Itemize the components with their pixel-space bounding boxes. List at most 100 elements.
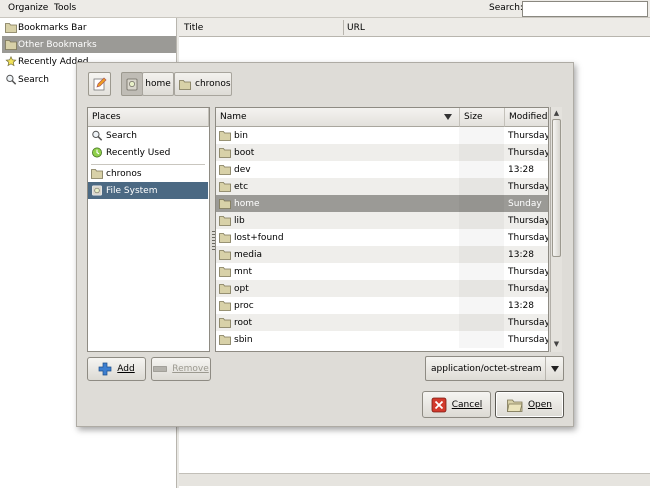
file-modified: Thursday: [508, 266, 549, 277]
column-modified[interactable]: Modified: [505, 108, 548, 127]
place-label: File System: [106, 185, 158, 196]
library-item-label: Search: [18, 74, 49, 85]
menu-tools[interactable]: Tools: [54, 3, 76, 13]
folder-icon: [219, 233, 231, 243]
size-cell: [459, 178, 504, 195]
remove-button[interactable]: Remove: [151, 357, 211, 381]
column-size[interactable]: Size: [460, 108, 505, 127]
file-row[interactable]: etc Thursday: [216, 178, 548, 195]
place-label: Search: [106, 130, 137, 141]
path-label: chronos: [195, 79, 231, 89]
folder-icon: [219, 301, 231, 311]
file-row[interactable]: mnt Thursday: [216, 263, 548, 280]
column-separator[interactable]: [343, 20, 344, 35]
folder-icon: [219, 131, 231, 141]
folder-icon: [179, 79, 191, 90]
sort-descending-icon: [444, 114, 452, 120]
open-button[interactable]: Open: [495, 391, 564, 418]
library-item-bookmarks-bar[interactable]: Bookmarks Bar: [2, 19, 176, 36]
folder-icon: [219, 148, 231, 158]
file-row[interactable]: lost+found Thursday: [216, 229, 548, 246]
place-chronos[interactable]: chronos: [88, 165, 208, 182]
cancel-icon: [431, 397, 447, 412]
size-cell: [459, 263, 504, 280]
remove-button-label: Remove: [172, 364, 209, 374]
file-row[interactable]: dev 13:28: [216, 161, 548, 178]
library-horizontal-scrollbar[interactable]: [179, 473, 650, 486]
file-name: lib: [234, 215, 245, 226]
file-name: boot: [234, 147, 255, 158]
size-cell: [459, 161, 504, 178]
menu-organize[interactable]: Organize: [8, 3, 48, 13]
scroll-up-arrow[interactable]: ▲: [552, 109, 561, 118]
place-search[interactable]: Search: [88, 127, 208, 144]
file-modified: 13:28: [508, 249, 534, 260]
folder-icon: [219, 284, 231, 294]
library-item-other-bookmarks[interactable]: Other Bookmarks: [2, 36, 176, 53]
size-cell: [459, 314, 504, 331]
cancel-button-label: Cancel: [451, 399, 483, 410]
path-button-home[interactable]: home: [142, 72, 174, 96]
scrollbar-thumb[interactable]: [552, 119, 561, 257]
file-row[interactable]: proc 13:28: [216, 297, 548, 314]
file-row[interactable]: home Sunday: [216, 195, 548, 212]
column-title[interactable]: Title: [184, 23, 203, 33]
file-row[interactable]: root Thursday: [216, 314, 548, 331]
file-row[interactable]: media 13:28: [216, 246, 548, 263]
place-label: chronos: [106, 168, 142, 179]
file-name: mnt: [234, 266, 252, 277]
add-plus-icon: [98, 362, 112, 376]
menubar: Organize Tools Search:: [0, 0, 650, 18]
file-modified: 13:28: [508, 164, 534, 175]
add-button[interactable]: Add: [87, 357, 146, 381]
edit-pencil-icon: [93, 77, 106, 91]
place-label: Recently Used: [106, 147, 171, 158]
size-cell: [459, 229, 504, 246]
open-folder-icon: [507, 399, 523, 412]
drive-icon: [92, 185, 102, 196]
cancel-button[interactable]: Cancel: [422, 391, 491, 418]
folder-icon: [5, 23, 17, 33]
file-row[interactable]: bin Thursday: [216, 127, 548, 144]
file-name: dev: [234, 164, 251, 175]
file-type-filter-select[interactable]: application/octet-stream: [425, 356, 564, 381]
size-cell: [459, 212, 504, 229]
path-root-button[interactable]: [121, 72, 143, 96]
type-location-button[interactable]: [88, 72, 111, 96]
clock-icon: [92, 147, 102, 158]
folder-icon: [219, 318, 231, 328]
remove-minus-icon: [153, 366, 168, 372]
folder-icon: [219, 267, 231, 277]
file-modified: Sunday: [508, 198, 542, 209]
scroll-down-arrow[interactable]: ▼: [552, 340, 561, 349]
size-cell: [459, 331, 504, 348]
folder-icon: [219, 250, 231, 260]
folder-icon: [219, 335, 231, 345]
places-panel: Places Search Recently Used chronos File…: [87, 107, 210, 352]
file-modified: 13:28: [508, 300, 534, 311]
search-label: Search:: [489, 3, 523, 13]
path-button-chronos[interactable]: chronos: [174, 72, 232, 96]
file-name: root: [234, 317, 253, 328]
file-modified: Thursday: [508, 147, 549, 158]
file-modified: Thursday: [508, 181, 549, 192]
place-file-system[interactable]: File System: [88, 182, 208, 199]
size-cell: [459, 127, 504, 144]
file-row[interactable]: sbin Thursday: [216, 331, 548, 348]
column-name[interactable]: Name: [216, 108, 460, 127]
search-icon: [92, 130, 103, 141]
library-search-input[interactable]: [522, 1, 648, 17]
column-size-label: Size: [464, 112, 483, 122]
place-recently-used[interactable]: Recently Used: [88, 144, 208, 161]
file-row[interactable]: opt Thursday: [216, 280, 548, 297]
file-list-vertical-scrollbar[interactable]: ▲ ▼: [550, 107, 562, 352]
file-row[interactable]: boot Thursday: [216, 144, 548, 161]
file-name: bin: [234, 130, 248, 141]
column-url[interactable]: URL: [347, 23, 365, 33]
file-name: opt: [234, 283, 249, 294]
dropdown-arrow-icon: [545, 357, 563, 380]
file-row[interactable]: lib Thursday: [216, 212, 548, 229]
places-header[interactable]: Places: [88, 108, 209, 127]
folder-icon: [219, 165, 231, 175]
file-modified: Thursday: [508, 283, 549, 294]
